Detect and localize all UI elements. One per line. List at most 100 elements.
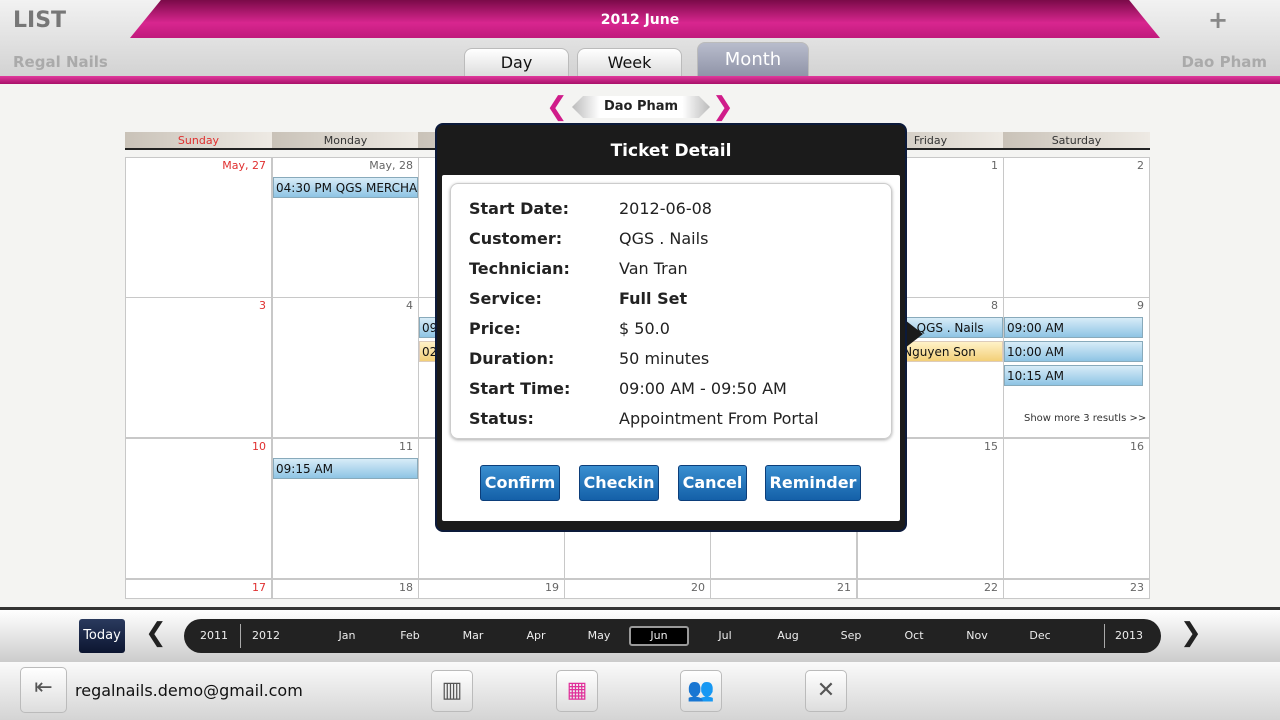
customers-icon[interactable]: 👥 <box>680 670 722 712</box>
day-number: 9 <box>1137 299 1144 312</box>
month-timeline: 2011 2012 Jan Feb Mar Apr May Jun Jul Aug Sep Oct No… <box>184 619 1161 653</box>
appointment[interactable]: 09:00 AM <box>1004 317 1143 338</box>
month-apr[interactable]: Apr <box>511 619 561 653</box>
month-dec[interactable]: Dec <box>1015 619 1065 653</box>
day-cell[interactable]: 9 09:00 AM 10:00 AM 10:15 AM Show more 3 res… <box>1003 297 1150 438</box>
weekday-header: Sunday <box>125 132 272 150</box>
field-label: Customer: <box>469 229 563 248</box>
field-value: 50 minutes <box>619 349 710 368</box>
year-2011[interactable]: 2011 <box>189 619 239 653</box>
month-may[interactable]: May <box>574 619 624 653</box>
tab-month[interactable]: Month <box>697 42 809 76</box>
day-cell[interactable]: 16 <box>1003 438 1150 579</box>
staff-selector[interactable]: Dao Pham <box>572 96 710 118</box>
month-sep[interactable]: Sep <box>826 619 876 653</box>
day-cell[interactable]: 21 <box>710 579 857 599</box>
show-more-link[interactable]: Show more 3 resutls >> <box>1024 413 1146 424</box>
today-button[interactable]: Today <box>79 619 125 653</box>
month-oct[interactable]: Oct <box>889 619 939 653</box>
day-cell[interactable]: 20 <box>564 579 711 599</box>
day-number: 23 <box>1130 581 1144 594</box>
settings-tools-icon[interactable]: ✕ <box>805 670 847 712</box>
appointment[interactable]: 09:15 AM <box>273 458 418 479</box>
field-value: Van Tran <box>619 259 688 278</box>
month-mar[interactable]: Mar <box>448 619 498 653</box>
day-cell[interactable]: 17 <box>125 579 272 599</box>
day-number: May, 28 <box>369 159 413 172</box>
reminder-button[interactable]: Reminder <box>765 465 861 501</box>
tab-day[interactable]: Day <box>464 48 569 76</box>
month-jul[interactable]: Jul <box>700 619 750 653</box>
month-nov[interactable]: Nov <box>952 619 1002 653</box>
day-cell[interactable]: 10 <box>125 438 272 579</box>
day-cell[interactable]: May, 27 <box>125 157 272 298</box>
day-number: 17 <box>252 581 266 594</box>
account-email: regalnails.demo@gmail.com <box>75 681 303 700</box>
list-button[interactable]: LIST <box>13 8 66 33</box>
day-cell[interactable]: 11 09:15 AM <box>272 438 419 579</box>
day-cell[interactable]: May, 28 04:30 PM QGS MERCHAN <box>272 157 419 298</box>
day-cell[interactable]: 23 <box>1003 579 1150 599</box>
field-label: Duration: <box>469 349 555 368</box>
day-number: 10 <box>252 440 266 453</box>
next-staff-icon[interactable]: ❯ <box>712 92 734 122</box>
header-divider <box>0 76 1280 84</box>
ticket-detail-dialog: Ticket Detail Start Date: 2012-06-08 Custo… <box>435 123 907 532</box>
day-number: May, 27 <box>222 159 266 172</box>
field-value: 09:00 AM - 09:50 AM <box>619 379 787 398</box>
day-number: 2 <box>1137 159 1144 172</box>
shop-name: Regal Nails <box>13 53 108 71</box>
day-number: 8 <box>991 299 998 312</box>
day-number: 3 <box>259 299 266 312</box>
day-number: 19 <box>545 581 559 594</box>
day-number: 1 <box>991 159 998 172</box>
year-2012[interactable]: 2012 <box>241 619 291 653</box>
timeline-prev-icon[interactable]: ❮ <box>145 618 167 648</box>
checkin-button[interactable]: Checkin <box>579 465 659 501</box>
weekday-header: Monday <box>272 132 419 150</box>
day-cell[interactable]: 18 <box>272 579 419 599</box>
field-label: Start Time: <box>469 379 571 398</box>
cancel-button[interactable]: Cancel <box>678 465 747 501</box>
day-cell[interactable]: 2 <box>1003 157 1150 298</box>
month-aug[interactable]: Aug <box>763 619 813 653</box>
user-name: Dao Pham <box>1181 53 1267 71</box>
day-cell[interactable]: 22 <box>857 579 1004 599</box>
day-number: 11 <box>399 440 413 453</box>
calendar-icon[interactable]: ▦ <box>556 670 598 712</box>
month-jun[interactable]: Jun <box>629 626 689 646</box>
confirm-button[interactable]: Confirm <box>480 465 560 501</box>
day-number: 4 <box>406 299 413 312</box>
field-label: Status: <box>469 409 534 428</box>
dialog-body: Start Date: 2012-06-08 Customer: QGS . Nail… <box>442 175 900 521</box>
dialog-title: Ticket Detail <box>610 141 732 161</box>
day-number: 20 <box>691 581 705 594</box>
add-icon[interactable]: + <box>1208 6 1228 34</box>
appointment[interactable]: 10:00 AM <box>1004 341 1143 362</box>
month-jan[interactable]: Jan <box>322 619 372 653</box>
field-label: Start Date: <box>469 199 570 218</box>
page-title: 2012 June <box>600 12 680 28</box>
day-number: 21 <box>837 581 851 594</box>
day-cell[interactable]: 3 <box>125 297 272 438</box>
cash-register-icon[interactable]: ▥ <box>431 670 473 712</box>
field-value: Appointment From Portal <box>619 409 819 428</box>
field-value: Full Set <box>619 289 688 308</box>
month-feb[interactable]: Feb <box>385 619 435 653</box>
logout-icon[interactable]: ⇤ <box>20 667 67 713</box>
weekday-header: Saturday <box>1003 132 1150 150</box>
appointment[interactable]: 10:15 AM <box>1004 365 1143 386</box>
ticket-fields: Start Date: 2012-06-08 Customer: QGS . Nail… <box>450 183 892 439</box>
appointment[interactable]: 04:30 PM QGS MERCHAN <box>273 177 418 198</box>
day-number: 18 <box>399 581 413 594</box>
field-label: Service: <box>469 289 542 308</box>
timeline-next-icon[interactable]: ❯ <box>1180 618 1202 648</box>
tab-week[interactable]: Week <box>577 48 682 76</box>
day-number: 16 <box>1130 440 1144 453</box>
year-2013[interactable]: 2013 <box>1104 619 1154 653</box>
day-cell[interactable]: 19 <box>418 579 565 599</box>
prev-staff-icon[interactable]: ❮ <box>546 92 568 122</box>
field-value: QGS . Nails <box>619 229 709 248</box>
field-value: $ 50.0 <box>619 319 670 338</box>
day-cell[interactable]: 4 <box>272 297 419 438</box>
